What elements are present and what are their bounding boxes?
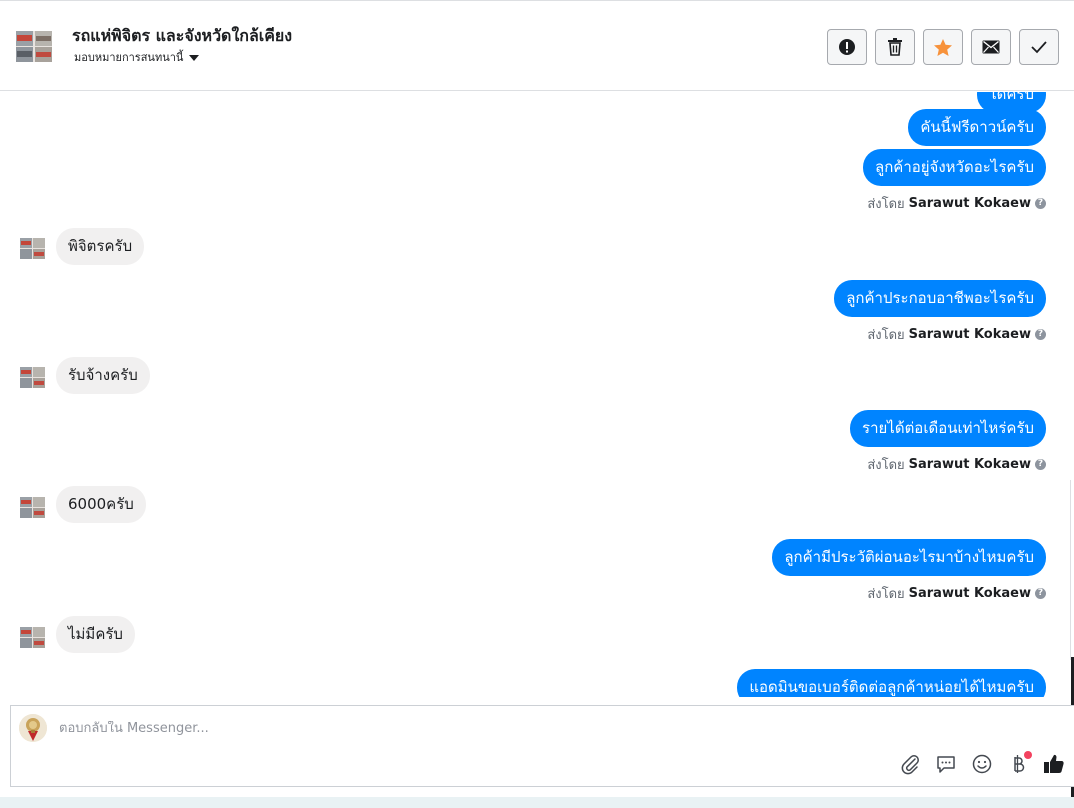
emoji-button[interactable]	[970, 752, 994, 776]
outgoing-message: รายได้ต่อเดือนเท่าไหร่ครับ	[850, 410, 1046, 447]
envelope-icon	[982, 40, 1000, 54]
delete-button[interactable]	[875, 29, 915, 65]
incoming-message: พิจิตรครับ	[56, 228, 145, 265]
customer-avatar	[20, 627, 45, 648]
payment-button[interactable]	[1006, 751, 1032, 776]
sender-name[interactable]: Sarawut Kokaew	[909, 457, 1031, 472]
sent-by-label: ส่งโดย Sarawut Kokaew ?	[867, 454, 1046, 475]
incoming-message: 6000ครับ	[56, 486, 146, 523]
outgoing-message: ลูกค้าประกอบอาชีพอะไรครับ	[834, 280, 1046, 317]
help-icon[interactable]: ?	[1035, 198, 1046, 209]
customer-avatar	[20, 367, 45, 388]
alert-icon	[839, 39, 855, 55]
mark-done-button[interactable]	[1019, 29, 1059, 65]
sent-by-prefix: ส่งโดย	[867, 197, 905, 212]
sender-name[interactable]: Sarawut Kokaew	[909, 327, 1031, 342]
caret-down-icon	[189, 55, 200, 61]
smiley-icon	[972, 754, 992, 774]
outgoing-message: แอดมินขอเบอร์ติดต่อลูกค้าหน่อยได้ไหมครับ	[737, 669, 1046, 697]
thumbs-up-icon	[1044, 754, 1064, 773]
assign-label: มอบหมายการสนทนานี้	[74, 51, 184, 64]
reply-composer	[10, 705, 1074, 787]
notification-dot	[1024, 751, 1032, 759]
star-button[interactable]	[923, 29, 963, 65]
star-icon	[934, 38, 952, 56]
conversation-header: รถแห่พิจิตร และจังหวัดใกล้เคียง มอบหมายก…	[0, 0, 1074, 91]
outgoing-message: ลูกค้ามีประวัติผ่อนอะไรมาบ้างไหมครับ	[772, 539, 1046, 576]
sender-name[interactable]: Sarawut Kokaew	[909, 586, 1031, 601]
mark-spam-button[interactable]	[827, 29, 867, 65]
incoming-message: รับจ้างครับ	[56, 357, 150, 394]
attach-button[interactable]	[898, 752, 922, 776]
assign-conversation-dropdown[interactable]: มอบหมายการสนทนานี้	[74, 48, 200, 66]
sent-by-label: ส่งโดย Sarawut Kokaew ?	[867, 193, 1046, 214]
outgoing-message: ลูกค้าอยู่จังหวัดอะไรครับ	[863, 149, 1046, 186]
check-icon	[1031, 41, 1047, 54]
help-icon[interactable]: ?	[1035, 588, 1046, 599]
sent-by-prefix: ส่งโดย	[867, 458, 905, 473]
help-icon[interactable]: ?	[1035, 459, 1046, 470]
sent-by-prefix: ส่งโดย	[867, 328, 905, 343]
page-avatar[interactable]	[16, 31, 52, 62]
customer-avatar	[20, 238, 45, 259]
messenger-window: รถแห่พิจิตร และจังหวัดใกล้เคียง มอบหมายก…	[0, 0, 1074, 808]
sent-by-label: ส่งโดย Sarawut Kokaew ?	[867, 583, 1046, 604]
sender-name[interactable]: Sarawut Kokaew	[909, 196, 1031, 211]
incoming-message: ไม่มีครับ	[56, 616, 135, 653]
sent-by-label: ส่งโดย Sarawut Kokaew ?	[867, 324, 1046, 345]
composer-toolbar	[898, 751, 1066, 776]
trash-icon	[888, 38, 902, 56]
message-thread[interactable]: ได้ครับ คันนี้ฟรีดาวน์ครับ ลูกค้าอยู่จัง…	[0, 92, 1074, 697]
chat-bubble-icon	[937, 756, 955, 773]
agent-avatar	[19, 714, 47, 742]
sent-by-prefix: ส่งโดย	[867, 587, 905, 602]
mark-unread-button[interactable]	[971, 29, 1011, 65]
customer-avatar	[20, 497, 45, 518]
bottom-band	[0, 797, 1074, 808]
paperclip-icon	[901, 755, 919, 775]
side-panel-edge	[1070, 480, 1074, 660]
conversation-title: รถแห่พิจิตร และจังหวัดใกล้เคียง	[72, 26, 293, 45]
reply-input[interactable]	[59, 721, 959, 736]
header-actions	[827, 29, 1059, 65]
saved-replies-button[interactable]	[934, 752, 958, 776]
outgoing-message: คันนี้ฟรีดาวน์ครับ	[908, 109, 1046, 146]
like-button[interactable]	[1042, 752, 1066, 776]
help-icon[interactable]: ?	[1035, 329, 1046, 340]
